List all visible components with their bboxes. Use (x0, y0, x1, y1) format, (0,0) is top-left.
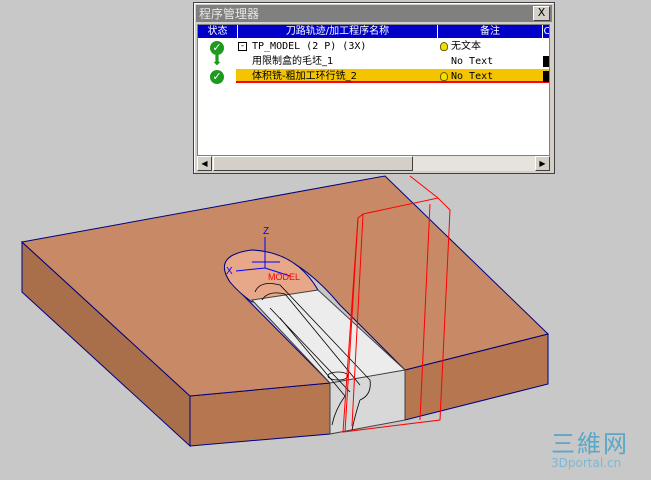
table-row[interactable]: ✓ - TP_MODEL (2 P) (3X) 无文本 (198, 39, 549, 55)
table-row-selected[interactable]: ✓ 体积铣-粗加工环行铣_2 No Text (198, 69, 549, 84)
column-header-note[interactable]: 备注 (438, 25, 543, 38)
scroll-thumb[interactable] (213, 156, 413, 171)
row-note: 无文本 (451, 41, 481, 52)
window-titlebar[interactable]: 程序管理器 X (196, 5, 552, 22)
row-note: No Text (451, 56, 494, 67)
table-row[interactable]: ⬇ 用限制盒的毛坯_1 No Text (198, 54, 549, 69)
close-button[interactable]: X (533, 6, 550, 21)
arrow-down-icon: ⬇ (211, 53, 223, 69)
watermark-site: 3Dportal.cn (551, 456, 622, 470)
column-header-c[interactable]: C (543, 25, 550, 38)
row-name: TP_MODEL (2 P) (3X) (252, 41, 367, 52)
axis-x-label: X (226, 266, 233, 277)
row-name: 用限制盒的毛坯_1 (252, 56, 334, 67)
scroll-right-button[interactable]: ▶ (535, 156, 550, 171)
check-circle-icon: ✓ (210, 70, 224, 84)
horizontal-scrollbar[interactable]: ◀ ▶ (197, 156, 550, 171)
row-end-marker (543, 71, 549, 82)
scroll-left-button[interactable]: ◀ (197, 156, 212, 171)
column-header-name[interactable]: 刀路轨迹/加工程序名称 (238, 25, 438, 38)
row-name: 体积铣-粗加工环行铣_2 (252, 71, 357, 82)
row-note: No Text (451, 71, 494, 82)
row-end-marker (543, 56, 549, 67)
origin-label: MODEL (268, 272, 300, 282)
lightbulb-icon (440, 72, 448, 81)
table-header: 状态 刀路轨迹/加工程序名称 备注 C (198, 25, 549, 38)
axis-z-label: Z (263, 226, 269, 237)
minus-box-icon[interactable]: - (238, 42, 247, 51)
watermark-logo: 三維网 (551, 430, 629, 458)
column-header-status[interactable]: 状态 (198, 25, 238, 38)
lightbulb-icon (440, 42, 448, 51)
program-list[interactable]: 状态 刀路轨迹/加工程序名称 备注 C ✓ - TP_MODEL (2 P) (… (197, 24, 550, 156)
program-manager-window: 程序管理器 X 状态 刀路轨迹/加工程序名称 备注 C ✓ - TP_MODEL… (193, 2, 555, 174)
window-title: 程序管理器 (199, 7, 260, 21)
